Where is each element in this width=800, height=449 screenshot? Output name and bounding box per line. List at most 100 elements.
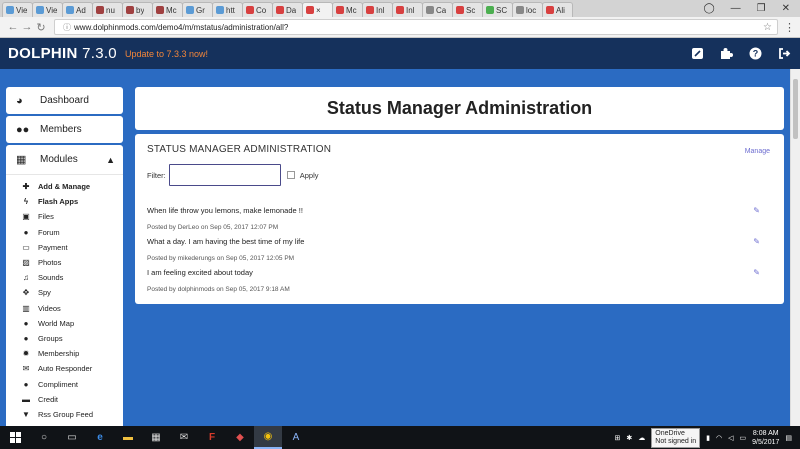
task-view-icon[interactable]: ▭	[58, 426, 86, 449]
sidebar-item-forum[interactable]: ● Forum	[6, 225, 123, 240]
edit-icon[interactable]: ✎	[753, 237, 760, 246]
sidebar-item-credit[interactable]: ▬ Credit	[6, 392, 123, 407]
maximize-button[interactable]: ❐	[757, 3, 766, 14]
search-icon[interactable]: ○	[30, 426, 58, 449]
sidebar-item-label: Members	[40, 124, 82, 135]
browser-tab[interactable]: Vie	[2, 2, 33, 17]
sidebar-item-rss-group-feed[interactable]: ▼ Rss Group Feed	[6, 407, 123, 422]
browser-tab[interactable]: ×	[302, 2, 333, 17]
browser-tab[interactable]: Inl	[362, 2, 393, 17]
section-heading: STATUS MANAGER ADMINISTRATION	[147, 144, 332, 155]
scrollbar-thumb[interactable]	[793, 79, 798, 139]
back-button[interactable]: ←	[6, 21, 20, 33]
manage-link[interactable]: Manage	[745, 148, 770, 155]
browser-tab[interactable]: Mc	[152, 2, 183, 17]
sidebar-item-label: Groups	[38, 333, 63, 343]
sidebar-item-modules[interactable]: ▦ Modules ▲	[6, 145, 123, 175]
profile-icon[interactable]: ◯	[703, 3, 714, 14]
sidebar-item-dashboard[interactable]: ◕ Dashboard	[6, 87, 123, 114]
browser-tab[interactable]: Da	[272, 2, 303, 17]
browser-tab[interactable]: SC	[482, 2, 513, 17]
sidebar-item-payment[interactable]: ▭ Payment	[6, 240, 123, 255]
sidebar-item-members[interactable]: ●● Members	[6, 116, 123, 143]
browser-menu-icon[interactable]: ⋮	[784, 21, 795, 34]
browser-tab[interactable]: Vie	[32, 2, 63, 17]
update-link[interactable]: Update to 7.3.3 now!	[125, 49, 208, 59]
browser-tab[interactable]: Gr	[182, 2, 213, 17]
url-text: www.dolphinmods.com/demo4/m/mstatus/admi…	[74, 22, 289, 32]
browser-tab[interactable]: nu	[92, 2, 123, 17]
sidebar-item-auto-responder[interactable]: ✉ Auto Responder	[6, 361, 123, 376]
filter-input[interactable]	[168, 164, 281, 186]
sidebar-item-photos[interactable]: ▨ Photos	[6, 255, 123, 270]
close-window-button[interactable]: ✕	[782, 3, 790, 14]
browser-tab[interactable]: htt	[212, 2, 243, 17]
clock-time: 8:08 AM	[752, 429, 779, 437]
browser-tab[interactable]: loc	[512, 2, 543, 17]
bluetooth-icon[interactable]: ✱	[626, 434, 632, 442]
sidebar-item-videos[interactable]: ▥ Videos	[6, 301, 123, 316]
bolt-icon: ϟ	[23, 197, 29, 207]
puzzle-icon[interactable]	[718, 46, 734, 62]
sidebar-item-compliment[interactable]: ● Compliment	[6, 376, 123, 391]
bookmark-star-icon[interactable]: ☆	[763, 22, 772, 33]
reload-button[interactable]: ↻	[34, 21, 48, 34]
chrome-icon[interactable]: ◉	[254, 426, 282, 449]
edit-icon[interactable]: ✎	[753, 206, 760, 215]
browser-tab[interactable]: by	[122, 2, 153, 17]
file-explorer-icon[interactable]: ▬	[114, 426, 142, 449]
filezilla-icon[interactable]: F	[198, 426, 226, 449]
browser-tab[interactable]: Ali	[542, 2, 573, 17]
clock[interactable]: 8:08 AM 9/5/2017	[752, 429, 779, 447]
sidebar-item-flash-apps[interactable]: ϟ Flash Apps	[6, 194, 123, 209]
sidebar-item-spy[interactable]: ✥ Spy	[6, 285, 123, 300]
edit-square-icon[interactable]	[689, 46, 705, 62]
brand-logo[interactable]: DOLPHIN 7.3.0	[8, 45, 117, 62]
onedrive-tooltip-status: Not signed in	[655, 437, 697, 445]
store-icon[interactable]: ▦	[142, 426, 170, 449]
sidebar-item-label: Add & Manage	[38, 182, 91, 192]
tab-label: Inl	[406, 5, 415, 15]
chevron-up-icon[interactable]: ▲	[106, 155, 115, 165]
notifications-icon[interactable]: ▤	[785, 434, 792, 442]
page-scrollbar[interactable]	[790, 69, 800, 426]
tab-label: Inl	[376, 5, 385, 15]
edge-icon[interactable]: e	[86, 426, 114, 449]
paint-icon[interactable]: ◆	[226, 426, 254, 449]
envelope-icon: ✉	[22, 364, 30, 374]
forward-button[interactable]: →	[20, 21, 34, 33]
tab-label: loc	[526, 5, 537, 15]
url-field[interactable]: ⓘ www.dolphinmods.com/demo4/m/mstatus/ad…	[54, 19, 778, 35]
browser-tab[interactable]: Mc	[332, 2, 363, 17]
save-icon: ▣	[22, 212, 30, 222]
sidebar-item-add-manage[interactable]: ✚ Add & Manage	[6, 179, 123, 194]
onedrive-icon[interactable]: ☁	[638, 434, 645, 442]
sidebar-item-files[interactable]: ▣ Files	[6, 209, 123, 224]
browser-tab[interactable]: Co	[242, 2, 273, 17]
sidebar-item-membership[interactable]: ✹ Membership	[6, 346, 123, 361]
keyboard-icon[interactable]: ▭	[740, 434, 747, 442]
minimize-button[interactable]: —	[731, 3, 741, 14]
logout-icon[interactable]	[776, 46, 792, 62]
mail-icon[interactable]: ✉	[170, 426, 198, 449]
page-info-icon[interactable]: ⓘ	[60, 22, 74, 33]
battery-icon[interactable]: ▮	[706, 434, 710, 442]
help-icon[interactable]: ?	[747, 46, 763, 62]
sidebar-item-sounds[interactable]: ♫ Sounds	[6, 270, 123, 285]
start-button[interactable]	[0, 426, 30, 449]
sidebar-item-label: Photos	[38, 258, 62, 268]
volume-icon[interactable]: ◁	[728, 434, 733, 442]
wifi-icon[interactable]: ◠	[716, 434, 722, 442]
edit-icon[interactable]: ✎	[753, 268, 760, 277]
browser-tab[interactable]: Sc	[452, 2, 483, 17]
sidebar-item-world-map[interactable]: ● World Map	[6, 316, 123, 331]
sidebar-item-groups[interactable]: ● Groups	[6, 331, 123, 346]
credit-card-icon: ▭	[22, 242, 30, 252]
translator-icon[interactable]: A	[282, 426, 310, 449]
tab-label: Ad	[76, 5, 86, 15]
browser-tab[interactable]: Ad	[62, 2, 93, 17]
apply-checkbox[interactable]	[286, 171, 295, 179]
network-icon[interactable]: ⊞	[615, 434, 621, 442]
browser-tab[interactable]: Ca	[422, 2, 453, 17]
browser-tab[interactable]: Inl	[392, 2, 423, 17]
